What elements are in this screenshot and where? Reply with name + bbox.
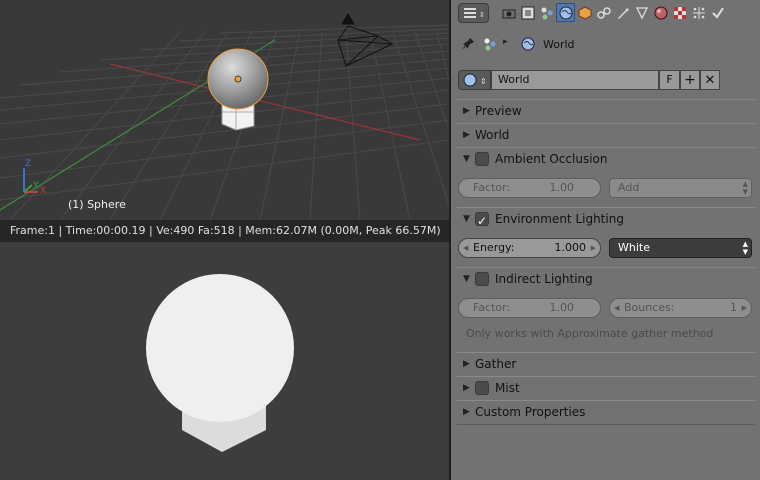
context-tabs: ⇕	[451, 0, 760, 27]
panel-world-label: World	[475, 128, 510, 142]
panel-gather[interactable]: ▶ Gather	[457, 352, 755, 374]
chevron-right-icon[interactable]: ▶	[742, 299, 747, 317]
indirect-lighting-checkbox[interactable]	[475, 272, 489, 286]
texture-icon[interactable]	[670, 3, 689, 22]
indirect-bounces-field[interactable]: ◀ Bounces: 1 ▶	[609, 298, 752, 318]
chevron-right-icon[interactable]: ▶	[591, 239, 596, 257]
render-status-bar: Frame:1 | Time:00:00.19 | Ve:490 Fa:518 …	[0, 220, 449, 242]
ao-factor-value: 1.00	[549, 181, 575, 194]
indirect-factor-label: Factor:	[473, 301, 511, 314]
world-icon	[521, 37, 535, 54]
chevron-right-icon: ▶	[463, 407, 470, 417]
ao-factor-label: Factor:	[473, 181, 511, 194]
indirect-factor-value: 1.00	[549, 301, 575, 314]
chevron-left-icon[interactable]: ◀	[614, 299, 619, 317]
updown-icon: ▲ ▼	[742, 240, 748, 256]
panel-indirect-lighting[interactable]: ▼ Indirect Lighting	[457, 267, 755, 289]
viewport-grid: Z X Y	[0, 13, 449, 220]
chevron-left-icon[interactable]: ◀	[463, 239, 468, 257]
world-datablock-selector: ⇕ World F + ✕	[458, 70, 720, 90]
constraints-icon[interactable]	[594, 3, 613, 22]
panel-preview-label: Preview	[475, 104, 522, 118]
chevron-right-icon: ▶	[463, 359, 470, 369]
ao-blend-select[interactable]: Add ▲ ▼	[609, 178, 752, 198]
breadcrumb: ▸ World	[451, 31, 760, 57]
physics-icon[interactable]	[708, 3, 727, 22]
indirect-factor-field[interactable]: Factor: 1.00	[458, 298, 601, 318]
active-object-label: (1) Sphere	[68, 198, 126, 211]
pin-icon[interactable]	[461, 37, 475, 54]
object-origin	[234, 75, 242, 83]
indirect-bounces-value: 1	[730, 301, 737, 314]
indirect-bounces-label: Bounces:	[624, 301, 675, 314]
axis-z-label: Z	[25, 159, 31, 169]
panel-preview[interactable]: ▶ Preview	[457, 99, 755, 121]
ambient-occlusion-checkbox[interactable]	[475, 152, 489, 166]
chevron-right-icon: ▸	[503, 37, 508, 47]
panel-indirect-lighting-label: Indirect Lighting	[495, 272, 593, 286]
particles-icon[interactable]	[689, 3, 708, 22]
unlink-world-button[interactable]: ✕	[700, 70, 720, 90]
panel-mist-label: Mist	[495, 381, 520, 395]
chevron-right-icon: ▶	[463, 106, 470, 116]
breadcrumb-world-label: World	[543, 38, 575, 51]
3d-viewport[interactable]: Z X Y (1) Sphere	[0, 0, 449, 220]
chevron-down-icon: ▼	[463, 214, 470, 224]
render-layers-icon[interactable]	[518, 3, 537, 22]
material-icon[interactable]	[651, 3, 670, 22]
fake-user-button[interactable]: F	[659, 70, 680, 90]
object-icon[interactable]	[575, 3, 594, 22]
render-icon[interactable]	[499, 3, 518, 22]
add-world-button[interactable]: +	[680, 70, 700, 90]
panel-custom-properties[interactable]: ▶ Custom Properties	[457, 400, 755, 422]
panel-bottom-separator	[457, 424, 755, 425]
panel-environment-lighting-label: Environment Lighting	[495, 212, 624, 226]
chevron-down-icon: ▼	[463, 154, 470, 164]
panel-world[interactable]: ▶ World	[457, 123, 755, 145]
plus-icon: +	[684, 72, 696, 88]
ao-blend-value: Add	[618, 181, 640, 194]
rendered-sphere	[146, 274, 294, 422]
env-energy-field[interactable]: ◀ Energy: 1.000 ▶	[458, 238, 601, 258]
close-icon: ✕	[704, 72, 716, 88]
world-browse-button[interactable]: ⇕	[458, 70, 491, 90]
env-color-value: White	[618, 241, 650, 254]
environment-lighting-checkbox[interactable]	[475, 210, 489, 232]
world-name-field[interactable]: World	[491, 70, 659, 90]
env-energy-label: Energy:	[473, 241, 515, 254]
env-energy-value: 1.000	[554, 241, 587, 254]
panel-mist[interactable]: ▶ Mist	[457, 376, 755, 398]
chevron-right-icon: ▶	[463, 130, 470, 140]
render-image	[146, 274, 294, 452]
render-result-view[interactable]	[0, 242, 449, 480]
panel-gather-label: Gather	[475, 357, 517, 371]
axis-y-label: Y	[32, 181, 39, 191]
scene-icon	[483, 37, 497, 54]
modifiers-icon[interactable]	[613, 3, 632, 22]
axis-x-label: X	[40, 186, 46, 196]
updown-icon: ▲ ▼	[742, 180, 748, 196]
mist-checkbox[interactable]	[475, 381, 489, 395]
scene-icon[interactable]	[537, 3, 556, 22]
svg-text:⇕: ⇕	[479, 11, 485, 19]
properties-editor: ⇕ ▸ World ⇕ World F + ✕ ▶ Preview ▶ Worl…	[451, 0, 760, 480]
panel-ambient-occlusion-label: Ambient Occlusion	[495, 152, 608, 166]
indirect-note: Only works with Approximate gather metho…	[466, 327, 714, 340]
editor-type-button[interactable]: ⇕	[458, 3, 489, 23]
chevron-right-icon: ▶	[463, 383, 470, 393]
world-icon[interactable]	[556, 3, 575, 22]
panel-custom-properties-label: Custom Properties	[475, 405, 586, 419]
panel-ambient-occlusion[interactable]: ▼ Ambient Occlusion	[457, 147, 755, 169]
chevron-down-icon: ▼	[463, 274, 470, 284]
panel-environment-lighting[interactable]: ▼ Environment Lighting	[457, 207, 755, 232]
svg-text:⇕: ⇕	[480, 77, 487, 86]
data-icon[interactable]	[632, 3, 651, 22]
env-color-select[interactable]: White ▲ ▼	[609, 238, 752, 258]
ao-factor-field[interactable]: Factor: 1.00	[458, 178, 601, 198]
